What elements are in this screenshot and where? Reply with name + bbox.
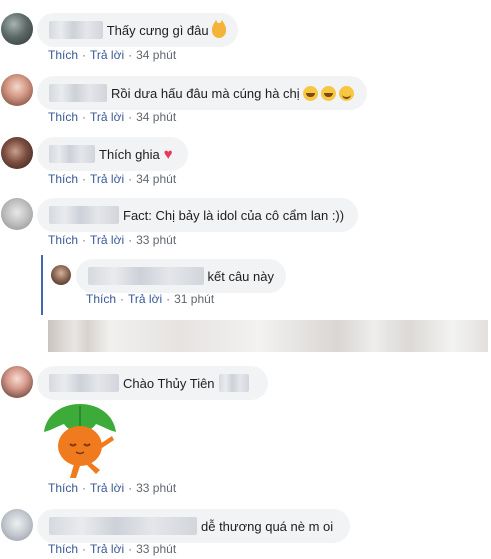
reply-link[interactable]: Trả lời	[90, 481, 124, 495]
cat-face-icon	[211, 19, 226, 38]
comment-text: Thấy cưng gì đâu	[106, 22, 209, 38]
comment-actions: Thích · Trả lời · 31 phút	[86, 292, 214, 306]
like-link[interactable]: Thích	[48, 542, 78, 556]
timestamp[interactable]: 33 phút	[136, 542, 176, 556]
reply-link[interactable]: Trả lời	[90, 48, 124, 62]
comment-bubble: Chào Thủy Tiên	[37, 366, 268, 400]
comment-text: Fact: Chị bảy là idol của cô cẩm lan :))	[123, 207, 345, 223]
timestamp[interactable]: 31 phút	[174, 292, 214, 306]
separator: ·	[128, 48, 133, 62]
avatar[interactable]	[1, 137, 33, 169]
reply-link[interactable]: Trả lời	[128, 292, 162, 306]
separator: ·	[166, 292, 171, 306]
like-link[interactable]: Thích	[48, 481, 78, 495]
separator: ·	[128, 110, 133, 124]
separator: ·	[82, 110, 87, 124]
avatar[interactable]	[1, 198, 33, 230]
separator: ·	[120, 292, 125, 306]
like-link[interactable]: Thích	[86, 292, 116, 306]
grin-icon	[338, 85, 354, 101]
timestamp[interactable]: 33 phút	[136, 481, 176, 495]
comment-bubble: dễ thương quá nè m oi	[37, 509, 350, 543]
author-name-blurred[interactable]	[49, 84, 107, 102]
comment-actions: Thích · Trả lời · 33 phút	[48, 233, 176, 247]
comment-actions: Thích · Trả lời · 34 phút	[48, 172, 176, 186]
author-name-blurred[interactable]	[49, 206, 119, 224]
comment-text: kết câu này	[207, 268, 275, 284]
author-name-blurred[interactable]	[49, 21, 103, 39]
comment-bubble: Thấy cưng gì đâu	[37, 13, 238, 47]
author-name-blurred[interactable]	[49, 145, 95, 163]
comment-bubble: kết câu này	[76, 259, 286, 293]
avatar[interactable]	[1, 366, 33, 398]
author-name-blurred[interactable]	[49, 374, 119, 392]
like-link[interactable]: Thích	[48, 233, 78, 247]
rofl-icon	[320, 85, 336, 101]
comment-bubble: Rồi dưa hấu đâu mà cúng hà chị	[37, 76, 367, 110]
comment-text: dễ thương quá nè m oi	[201, 518, 334, 534]
reply-link[interactable]: Trả lời	[90, 110, 124, 124]
comment-bubble: Thích ghia ♥	[37, 137, 188, 171]
timestamp[interactable]: 34 phút	[136, 48, 176, 62]
comment-actions: Thích · Trả lời · 34 phút	[48, 110, 176, 124]
timestamp[interactable]: 34 phút	[136, 110, 176, 124]
separator: ·	[128, 481, 133, 495]
separator: ·	[82, 481, 87, 495]
timestamp[interactable]: 34 phút	[136, 172, 176, 186]
avatar[interactable]	[1, 74, 33, 106]
reply-link[interactable]: Trả lời	[90, 233, 124, 247]
comment-actions: Thích · Trả lời · 33 phút	[48, 542, 176, 556]
comment-text: Chào Thủy Tiên	[123, 375, 215, 391]
author-name-blurred[interactable]	[88, 267, 204, 285]
comment-bubble: Fact: Chị bảy là idol của cô cẩm lan :))	[37, 198, 358, 232]
heart-icon: ♥	[163, 145, 173, 163]
avatar[interactable]	[1, 13, 33, 45]
reply-thread-indicator	[41, 255, 43, 315]
comment-actions: Thích · Trả lời · 34 phút	[48, 48, 176, 62]
reply-link[interactable]: Trả lời	[90, 542, 124, 556]
separator: ·	[128, 542, 133, 556]
like-link[interactable]: Thích	[48, 48, 78, 62]
separator: ·	[82, 542, 87, 556]
separator: ·	[82, 233, 87, 247]
orange-leaf-sticker[interactable]	[40, 400, 120, 480]
separator: ·	[128, 233, 133, 247]
separator: ·	[82, 48, 87, 62]
author-name-blurred[interactable]	[49, 517, 197, 535]
comment-actions: Thích · Trả lời · 33 phút	[48, 481, 176, 495]
avatar[interactable]	[51, 265, 71, 285]
separator: ·	[82, 172, 87, 186]
comment-text: Rồi dưa hấu đâu mà cúng hà chị	[111, 85, 300, 101]
rofl-icon	[302, 85, 318, 101]
separator: ·	[128, 172, 133, 186]
like-link[interactable]: Thích	[48, 172, 78, 186]
reply-link[interactable]: Trả lời	[90, 172, 124, 186]
timestamp[interactable]: 33 phút	[136, 233, 176, 247]
avatar[interactable]	[1, 509, 33, 541]
like-link[interactable]: Thích	[48, 110, 78, 124]
comment-text: Thích ghia	[99, 146, 160, 162]
blurred-content	[48, 320, 488, 352]
author-name-blurred	[218, 374, 249, 392]
